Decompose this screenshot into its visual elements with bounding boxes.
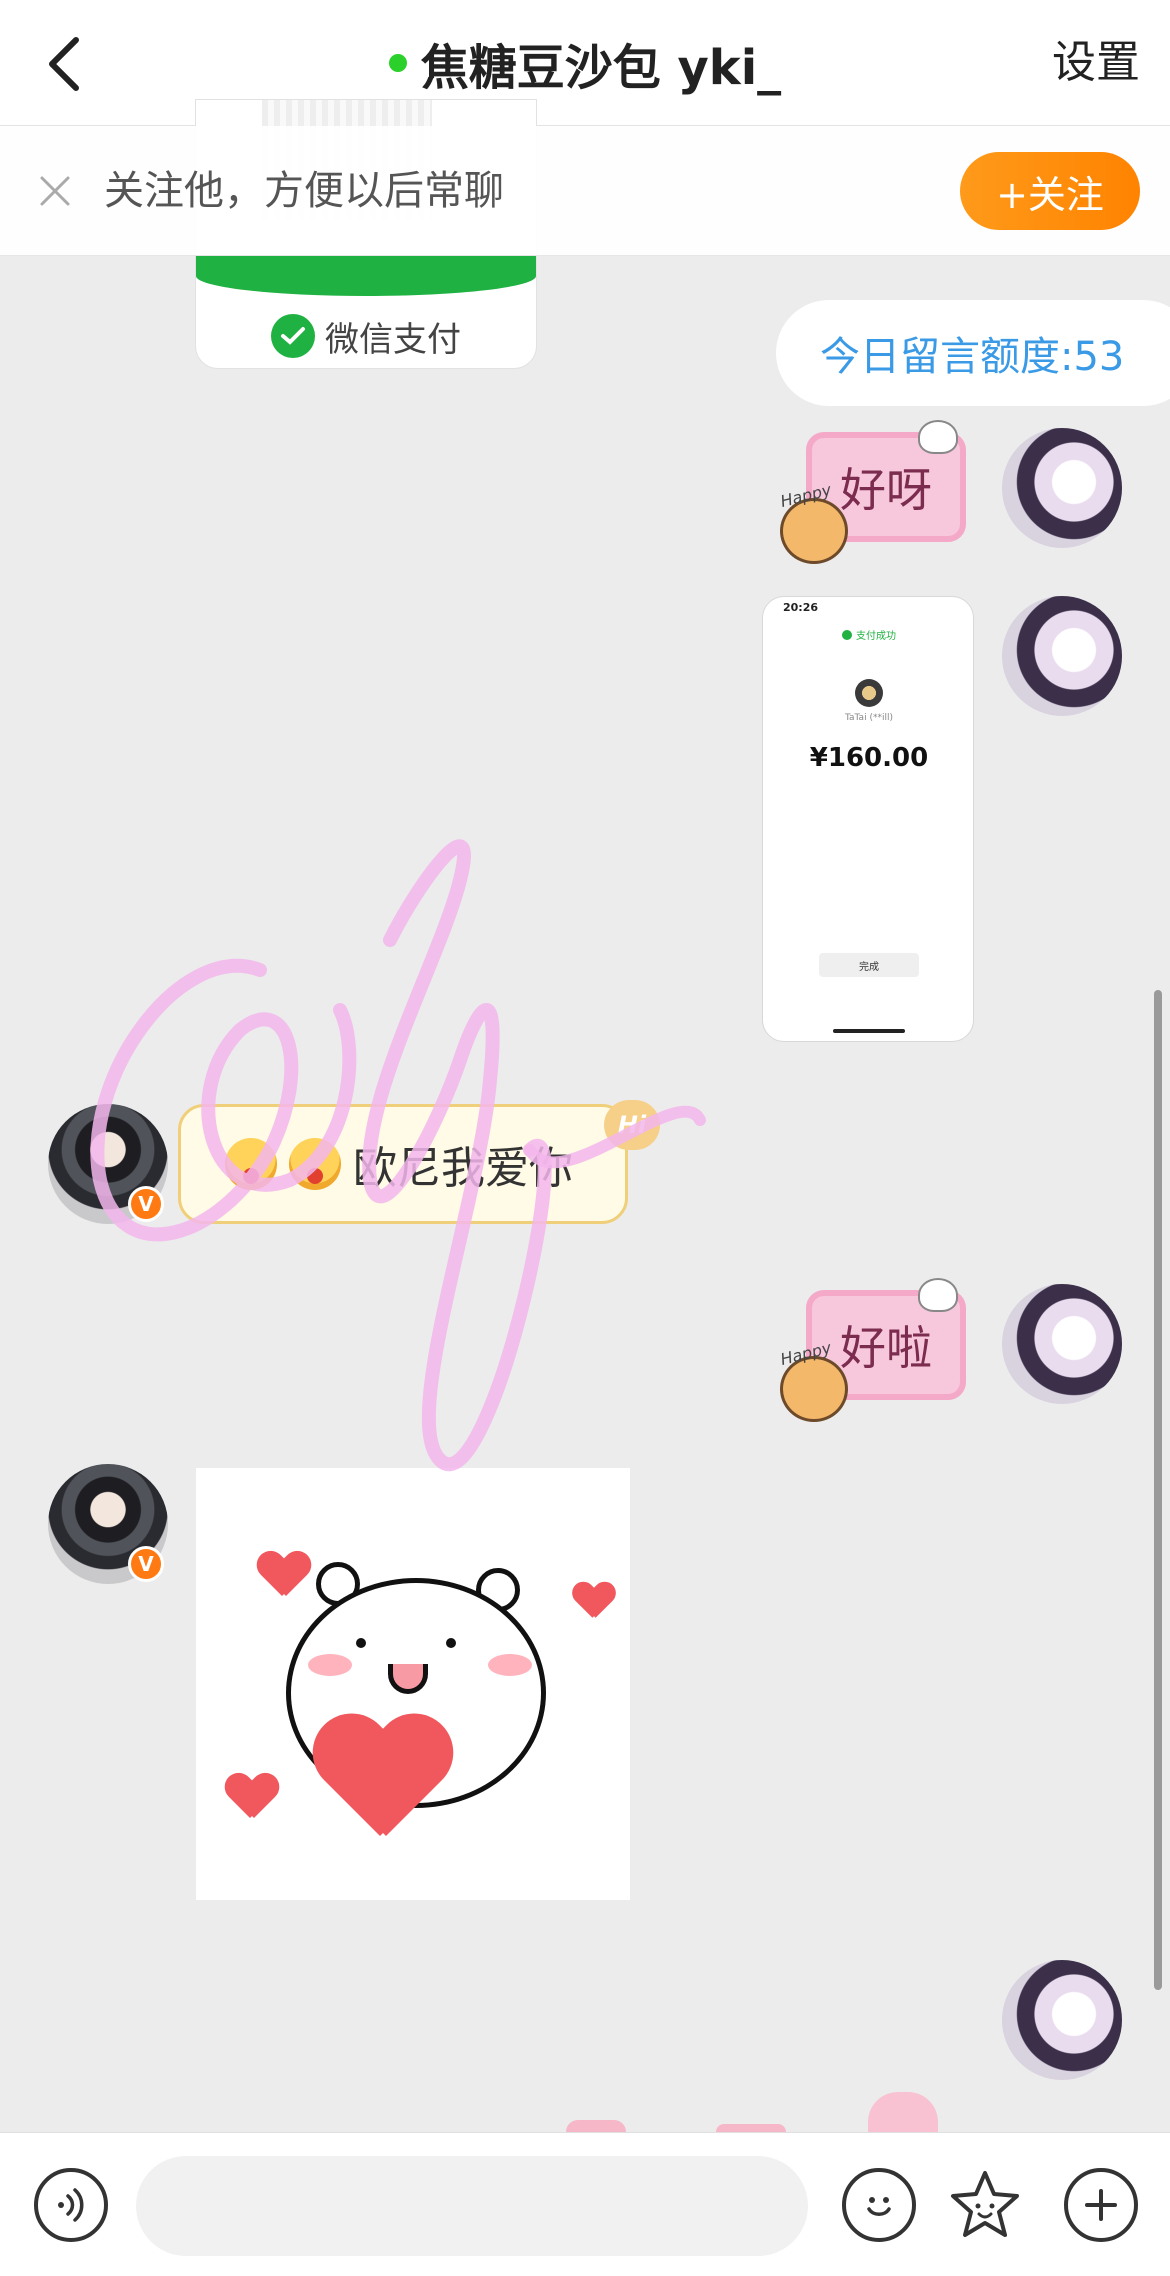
sticker-button[interactable] xyxy=(948,2168,1022,2242)
payment-time: 20:26 xyxy=(783,601,819,614)
heart-icon xyxy=(226,1774,278,1820)
partial-sticker xyxy=(716,2124,786,2132)
sticker-text: 好啦 xyxy=(840,1321,932,1375)
bear-blush xyxy=(488,1654,532,1676)
wechat-pay-label-row: 微信支付 xyxy=(196,308,536,364)
banner-close-button[interactable] xyxy=(30,166,80,216)
my-avatar[interactable] xyxy=(1002,596,1122,716)
scrollbar[interactable] xyxy=(1154,990,1162,1990)
message-quota-pill: 今日留言额度:53 xyxy=(776,300,1170,406)
bear-blush xyxy=(308,1654,352,1676)
check-icon xyxy=(842,629,852,640)
my-avatar[interactable] xyxy=(1002,1960,1122,2080)
message-quota-text: 今日留言额度:53 xyxy=(820,334,1125,380)
follow-button[interactable]: +关注 xyxy=(960,152,1140,230)
sticker-message[interactable]: 好啦 Happy xyxy=(778,1278,980,1428)
voice-icon xyxy=(58,2188,84,2222)
emoji-button[interactable] xyxy=(842,2168,916,2242)
follow-prompt-text: 关注他，方便以后常聊 xyxy=(104,168,504,214)
online-status-dot xyxy=(388,54,407,72)
payment-status: 支付成功 xyxy=(763,627,973,642)
verified-badge: V xyxy=(128,1546,164,1582)
bear-eye xyxy=(356,1638,366,1648)
payment-status-text: 支付成功 xyxy=(856,631,896,642)
sticker-text: 好呀 xyxy=(840,463,932,517)
payment-amount: ¥160.00 xyxy=(809,743,929,773)
partial-sticker xyxy=(868,2092,938,2132)
verified-badge: V xyxy=(128,1186,164,1222)
smile-icon xyxy=(867,2197,891,2216)
chat-title-area: 焦糖豆沙包 yki_ xyxy=(0,0,1170,126)
chevron-left-icon xyxy=(49,37,79,91)
cat-icon xyxy=(918,1278,958,1312)
voice-input-button[interactable] xyxy=(34,2168,108,2242)
image-sticker-message[interactable] xyxy=(196,1468,630,1900)
text-message-bubble[interactable]: 欧尼我爱你 xyxy=(178,1104,628,1224)
bear-eye xyxy=(446,1638,456,1648)
message-text: 欧尼我爱你 xyxy=(353,1143,573,1194)
sticker-message[interactable]: 好呀 Happy xyxy=(778,420,980,570)
message-input[interactable] xyxy=(136,2156,808,2256)
tongue-emoji-icon xyxy=(225,1138,277,1190)
payee-name: TaTai (**ill) xyxy=(845,713,893,723)
close-icon xyxy=(40,176,70,206)
payment-done-button: 完成 xyxy=(819,953,919,977)
payment-screenshot-message[interactable]: 20:26 支付成功 TaTai (**ill) ¥160.00 完成 xyxy=(762,596,974,1042)
wechat-pay-label: 微信支付 xyxy=(325,319,461,360)
back-button[interactable] xyxy=(24,24,104,104)
payee-avatar xyxy=(855,679,883,707)
heart-icon xyxy=(258,1552,310,1598)
more-options-button[interactable] xyxy=(1064,2168,1138,2242)
heart-icon xyxy=(308,1718,458,1838)
plus-icon xyxy=(1085,2189,1117,2221)
wechat-pay-icon xyxy=(271,314,315,358)
settings-button[interactable]: 设置 xyxy=(1052,28,1140,98)
partial-sticker xyxy=(566,2120,626,2132)
card-green-band xyxy=(196,256,536,296)
tongue-emoji-icon xyxy=(289,1138,341,1190)
my-avatar[interactable] xyxy=(1002,1284,1122,1404)
cat-icon xyxy=(918,420,958,454)
star-face-icon xyxy=(951,2171,1019,2237)
hi-badge-icon: Hi xyxy=(604,1100,660,1150)
chat-title: 焦糖豆沙包 yki_ xyxy=(420,40,782,96)
heart-icon xyxy=(573,1583,615,1620)
home-indicator xyxy=(833,1029,905,1033)
my-avatar[interactable] xyxy=(1002,428,1122,548)
